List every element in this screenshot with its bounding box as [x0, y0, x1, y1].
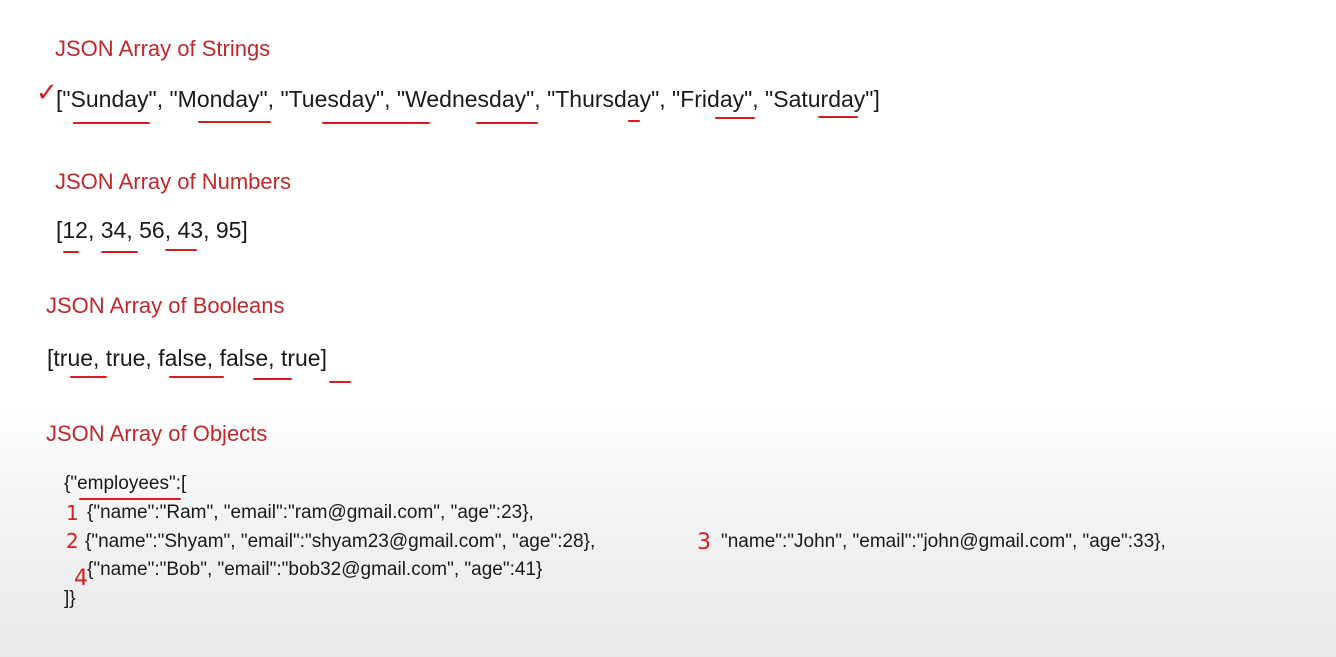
underline-mark: [628, 120, 640, 122]
numbers-example: [12, 34, 56, 43, 95]: [56, 217, 248, 243]
underline-mark: [73, 122, 150, 124]
underline-mark: [253, 378, 292, 380]
counter-2: 2: [66, 529, 79, 553]
underline-mark: [322, 122, 430, 124]
underline-mark: [198, 121, 271, 123]
underline-mark: [329, 381, 351, 383]
underline-mark: [63, 251, 79, 253]
counter-3: 3: [697, 530, 711, 555]
objects-line-4: {"name":"Bob", "email":"bob32@gmail.com"…: [87, 559, 543, 580]
checkmark-icon: ✓: [36, 78, 58, 108]
underline-mark: [101, 251, 138, 253]
underline-mark: [79, 498, 181, 500]
numbers-heading: JSON Array of Numbers: [55, 169, 291, 194]
counter-1: 1: [66, 501, 79, 525]
objects-heading: JSON Array of Objects: [46, 421, 268, 446]
objects-line-3b: "name":"John", "email":"john@gmail.com",…: [721, 531, 1166, 552]
strings-heading: JSON Array of Strings: [55, 36, 271, 61]
underline-mark: [715, 117, 755, 119]
objects-line-1: {"employees":[: [64, 473, 187, 494]
underline-mark: [165, 249, 197, 251]
underline-mark: [476, 122, 538, 124]
booleans-example: [true, true, false, false, true]: [47, 345, 327, 371]
objects-line-3: {"name":"Shyam", "email":"shyam23@gmail.…: [85, 531, 596, 552]
underline-mark: [169, 376, 224, 378]
objects-line-2: {"name":"Ram", "email":"ram@gmail.com", …: [87, 502, 534, 523]
strings-example: ["Sunday", "Monday", "Tuesday", "Wednesd…: [56, 86, 880, 112]
counter-4: 4: [74, 566, 88, 591]
underline-mark: [70, 376, 107, 378]
objects-line-5: ]}: [64, 588, 76, 609]
underline-mark: [818, 116, 858, 118]
booleans-heading: JSON Array of Booleans: [46, 293, 285, 318]
